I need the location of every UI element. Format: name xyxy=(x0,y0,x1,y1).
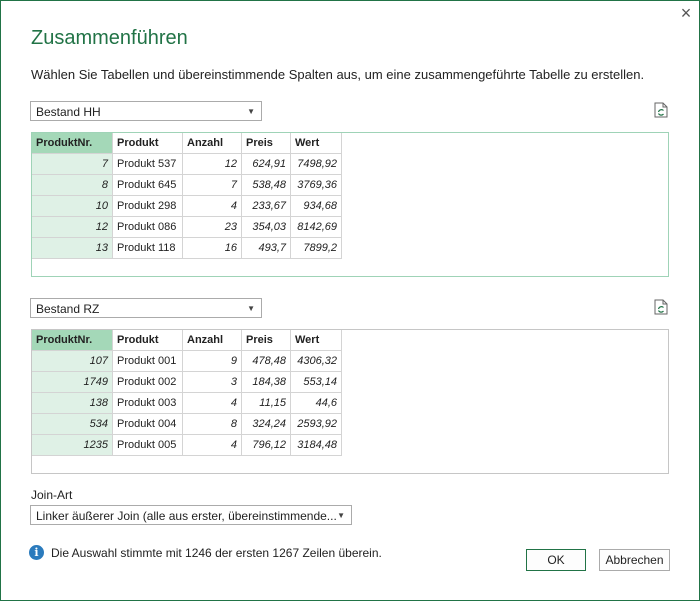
table-row: 8 Produkt 645 7 538,48 3769,36 xyxy=(32,174,342,196)
table-cell: 354,03 xyxy=(241,216,291,238)
table-cell: 478,48 xyxy=(241,350,291,372)
chevron-down-icon: ▼ xyxy=(247,304,255,313)
column-header-key[interactable]: ProduktNr. xyxy=(32,330,113,351)
table-cell: Produkt 002 xyxy=(112,371,183,393)
info-icon: i xyxy=(29,545,44,560)
table-cell: 1749 xyxy=(32,371,113,393)
table1-select-value: Bestand HH xyxy=(36,105,101,119)
table-cell: Produkt 118 xyxy=(112,237,183,259)
table-row: 12 Produkt 086 23 354,03 8142,69 xyxy=(32,216,342,238)
table-cell: Produkt 645 xyxy=(112,174,183,196)
table-cell: 4 xyxy=(182,392,242,414)
table-cell: 44,6 xyxy=(290,392,342,414)
table-cell: 2593,92 xyxy=(290,413,342,435)
merge-dialog: × Zusammenführen Wählen Sie Tabellen und… xyxy=(0,0,700,601)
table-cell: 553,14 xyxy=(290,371,342,393)
column-header[interactable]: Produkt xyxy=(112,133,183,154)
table1-preview: ProduktNr. Produkt Anzahl Preis Wert 7 P… xyxy=(31,132,669,277)
table-row: 534 Produkt 004 8 324,24 2593,92 xyxy=(32,413,342,435)
refresh-preview-icon[interactable] xyxy=(654,299,668,315)
match-status-text: Die Auswahl stimmte mit 1246 der ersten … xyxy=(51,546,382,560)
join-type-label: Join-Art xyxy=(31,488,73,502)
table2-preview: ProduktNr. Produkt Anzahl Preis Wert 107… xyxy=(31,329,669,474)
column-header[interactable]: Wert xyxy=(290,133,342,154)
table-cell: 7899,2 xyxy=(290,237,342,259)
table-cell: 7 xyxy=(182,174,242,196)
table-header-row: ProduktNr. Produkt Anzahl Preis Wert xyxy=(32,133,342,154)
table-cell: 16 xyxy=(182,237,242,259)
table-cell: 3 xyxy=(182,371,242,393)
table-cell: Produkt 537 xyxy=(112,153,183,175)
table-row: 13 Produkt 118 16 493,7 7899,2 xyxy=(32,237,342,259)
column-header[interactable]: Preis xyxy=(241,330,291,351)
table-cell: Produkt 298 xyxy=(112,195,183,217)
table-row: 1749 Produkt 002 3 184,38 553,14 xyxy=(32,371,342,393)
table-cell: 324,24 xyxy=(241,413,291,435)
table-cell: Produkt 086 xyxy=(112,216,183,238)
chevron-down-icon: ▼ xyxy=(247,107,255,116)
table-cell: 4 xyxy=(182,195,242,217)
ok-button[interactable]: OK xyxy=(526,549,586,571)
column-header[interactable]: Produkt xyxy=(112,330,183,351)
table-cell: 9 xyxy=(182,350,242,372)
table-cell: 7 xyxy=(32,153,113,175)
column-header[interactable]: Preis xyxy=(241,133,291,154)
close-icon[interactable]: × xyxy=(675,3,697,25)
table-cell: 796,12 xyxy=(241,434,291,456)
join-type-select[interactable]: Linker äußerer Join (alle aus erster, üb… xyxy=(30,505,352,525)
table-cell: 3184,48 xyxy=(290,434,342,456)
table-cell: 12 xyxy=(32,216,113,238)
table-row: 7 Produkt 537 12 624,91 7498,92 xyxy=(32,153,342,175)
table-row: 10 Produkt 298 4 233,67 934,68 xyxy=(32,195,342,217)
dialog-description: Wählen Sie Tabellen und übereinstimmende… xyxy=(31,67,645,82)
table-cell: 493,7 xyxy=(241,237,291,259)
table-cell: 4 xyxy=(182,434,242,456)
table-cell: Produkt 003 xyxy=(112,392,183,414)
table-cell: 233,67 xyxy=(241,195,291,217)
table1-select[interactable]: Bestand HH ▼ xyxy=(30,101,262,121)
table2-select-value: Bestand RZ xyxy=(36,302,100,316)
table-cell: 107 xyxy=(32,350,113,372)
table-cell: 8142,69 xyxy=(290,216,342,238)
table-row: 1235 Produkt 005 4 796,12 3184,48 xyxy=(32,434,342,456)
table-header-row: ProduktNr. Produkt Anzahl Preis Wert xyxy=(32,330,342,351)
column-header[interactable]: Wert xyxy=(290,330,342,351)
table-cell: 534 xyxy=(32,413,113,435)
column-header-key[interactable]: ProduktNr. xyxy=(32,133,113,154)
column-header[interactable]: Anzahl xyxy=(182,133,242,154)
table-cell: 1235 xyxy=(32,434,113,456)
table-row: 138 Produkt 003 4 11,15 44,6 xyxy=(32,392,342,414)
chevron-down-icon: ▼ xyxy=(337,511,345,520)
table-cell: 8 xyxy=(182,413,242,435)
table1-grid: ProduktNr. Produkt Anzahl Preis Wert 7 P… xyxy=(32,133,342,259)
join-type-select-value: Linker äußerer Join (alle aus erster, üb… xyxy=(36,509,337,523)
table-cell: Produkt 005 xyxy=(112,434,183,456)
table-cell: 8 xyxy=(32,174,113,196)
table-row: 107 Produkt 001 9 478,48 4306,32 xyxy=(32,350,342,372)
table-cell: 11,15 xyxy=(241,392,291,414)
table-cell: 12 xyxy=(182,153,242,175)
table-cell: 3769,36 xyxy=(290,174,342,196)
table-cell: Produkt 004 xyxy=(112,413,183,435)
refresh-preview-icon[interactable] xyxy=(654,102,668,118)
dialog-title: Zusammenführen xyxy=(31,27,188,49)
table-cell: 138 xyxy=(32,392,113,414)
table-cell: 934,68 xyxy=(290,195,342,217)
column-header[interactable]: Anzahl xyxy=(182,330,242,351)
table-cell: 184,38 xyxy=(241,371,291,393)
cancel-button[interactable]: Abbrechen xyxy=(599,549,670,571)
table-cell: 624,91 xyxy=(241,153,291,175)
table2-grid: ProduktNr. Produkt Anzahl Preis Wert 107… xyxy=(32,330,342,456)
table-cell: Produkt 001 xyxy=(112,350,183,372)
table-cell: 10 xyxy=(32,195,113,217)
table-cell: 4306,32 xyxy=(290,350,342,372)
table-cell: 7498,92 xyxy=(290,153,342,175)
table-cell: 23 xyxy=(182,216,242,238)
table2-select[interactable]: Bestand RZ ▼ xyxy=(30,298,262,318)
table-cell: 13 xyxy=(32,237,113,259)
table-cell: 538,48 xyxy=(241,174,291,196)
